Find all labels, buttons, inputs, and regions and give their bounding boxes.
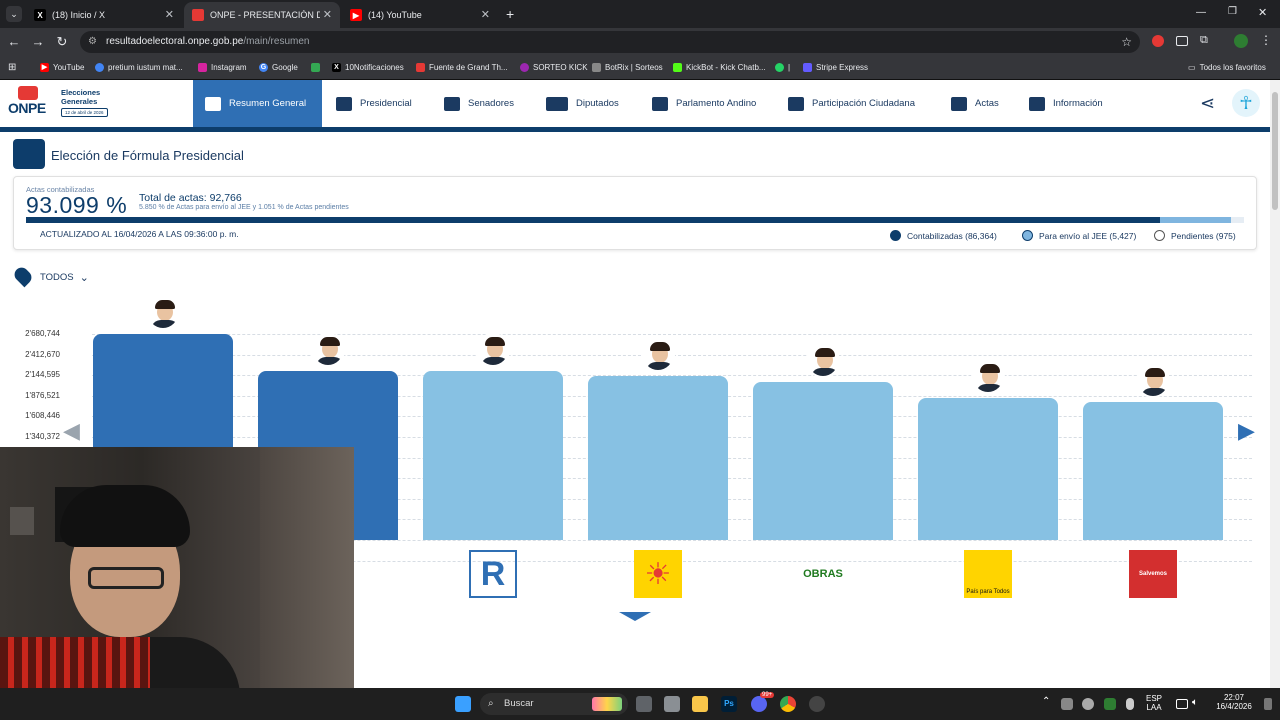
chart-prev-arrow[interactable]: ◀ bbox=[63, 418, 80, 444]
photo-suit bbox=[976, 383, 1003, 392]
widget-flowers-icon bbox=[592, 697, 622, 711]
discord-badge: 99+ bbox=[760, 692, 775, 698]
tray-chevron-icon[interactable]: ⌃ bbox=[1042, 696, 1050, 707]
task-view-icon[interactable] bbox=[636, 696, 652, 712]
volume-icon[interactable]: 🔈︎ bbox=[1192, 697, 1198, 708]
notifications-icon[interactable] bbox=[1264, 698, 1272, 710]
taskbar-search[interactable]: ⌕ Buscar bbox=[480, 693, 628, 715]
obs-icon[interactable] bbox=[809, 696, 825, 712]
input-language[interactable]: ESP LAA bbox=[1146, 694, 1162, 712]
candidate-bar bbox=[753, 382, 893, 540]
photoshop-icon[interactable]: Ps bbox=[721, 696, 737, 712]
file-explorer-icon[interactable] bbox=[692, 696, 708, 712]
search-placeholder: Buscar bbox=[504, 698, 534, 709]
photo-hair bbox=[155, 300, 175, 309]
tray-icon[interactable] bbox=[1104, 698, 1116, 710]
windows-start-icon[interactable] bbox=[455, 696, 471, 712]
y-tick-label: 1'876,521 bbox=[25, 390, 60, 400]
y-tick-label: 2'680,744 bbox=[25, 329, 60, 338]
photo-suit bbox=[316, 356, 343, 365]
app-icon[interactable] bbox=[664, 696, 680, 712]
photo-hair bbox=[485, 337, 505, 347]
layout-code: LAA bbox=[1146, 703, 1162, 712]
discord-icon[interactable] bbox=[751, 696, 767, 712]
party-logo-sun: ☀ bbox=[634, 550, 682, 598]
scrollbar-thumb[interactable] bbox=[1272, 92, 1278, 210]
photo-suit bbox=[811, 368, 838, 377]
party-logo-road: País para Todos bbox=[964, 550, 1012, 598]
candidate-photo bbox=[311, 332, 345, 367]
candidate-photo bbox=[806, 344, 840, 379]
candidate-bar bbox=[918, 397, 1058, 540]
search-icon: ⌕ bbox=[488, 698, 494, 709]
clock-date: 16/4/2026 bbox=[1216, 702, 1252, 711]
party-logo-helmet: Salvemos bbox=[1129, 550, 1177, 598]
y-tick-label: 2'412,670 bbox=[25, 349, 60, 359]
candidate-bar bbox=[423, 371, 563, 540]
wall-outlet bbox=[10, 507, 34, 535]
webcam-overlay bbox=[0, 447, 354, 688]
tray-icon[interactable] bbox=[1061, 698, 1073, 710]
y-tick-label: 1'608,446 bbox=[25, 411, 60, 421]
chrome-icon[interactable] bbox=[780, 696, 796, 712]
lang-code: ESP bbox=[1146, 694, 1163, 703]
microphone bbox=[0, 637, 150, 688]
party-logo-R: R bbox=[469, 550, 517, 598]
person-hair bbox=[60, 485, 190, 547]
scroll-down-caret[interactable] bbox=[619, 612, 651, 621]
gridline bbox=[92, 334, 1252, 335]
chart-next-arrow[interactable]: ▶ bbox=[1238, 418, 1255, 444]
photo-hair bbox=[815, 348, 835, 358]
photo-suit bbox=[151, 320, 178, 328]
candidate-photo bbox=[476, 333, 510, 368]
clock[interactable]: 22:07 16/4/2026 bbox=[1208, 693, 1260, 711]
photo-hair bbox=[650, 341, 670, 351]
candidate-photo bbox=[1136, 363, 1170, 398]
candidate-bar bbox=[588, 375, 728, 540]
photo-suit bbox=[646, 361, 673, 370]
candidate-photo bbox=[971, 359, 1005, 394]
clock-time: 22:07 bbox=[1223, 693, 1245, 702]
person-glasses bbox=[88, 567, 164, 589]
y-tick-label: 2'144,595 bbox=[25, 370, 60, 380]
candidate-bar bbox=[1083, 401, 1223, 540]
photo-suit bbox=[481, 357, 508, 366]
photo-hair bbox=[980, 363, 1000, 373]
photo-hair bbox=[320, 336, 340, 346]
candidate-photo bbox=[146, 296, 180, 330]
tray-icon[interactable] bbox=[1082, 698, 1094, 710]
network-icon[interactable] bbox=[1176, 699, 1188, 709]
candidate-photo bbox=[641, 337, 675, 372]
party-logo-OBRAS: OBRAS bbox=[803, 568, 843, 580]
photo-hair bbox=[1145, 367, 1165, 377]
y-tick-label: 1'340,372 bbox=[25, 432, 60, 441]
curtain bbox=[260, 447, 354, 688]
microphone-icon[interactable] bbox=[1126, 698, 1134, 710]
